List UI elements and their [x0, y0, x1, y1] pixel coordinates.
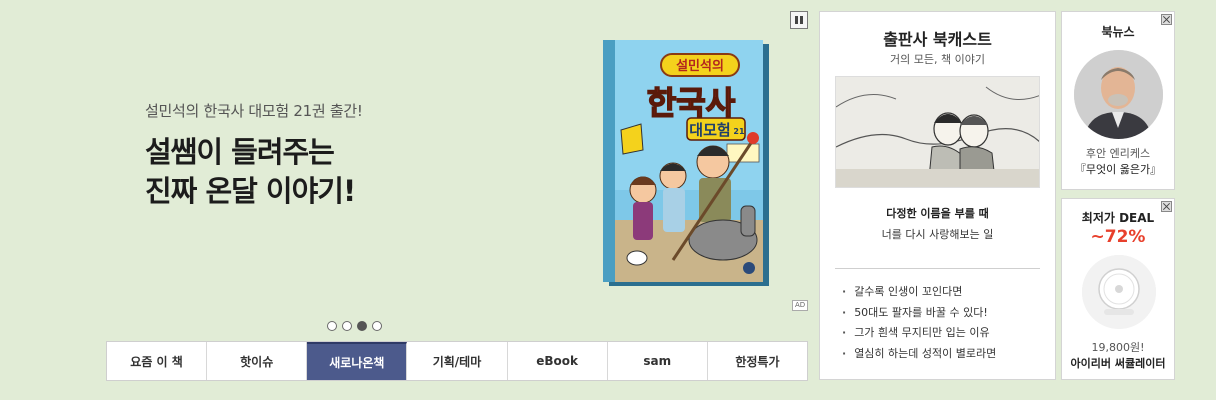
bookcast-list: 갈수록 인생이 꼬인다면 50대도 팔자를 바꿀 수 있다! 그가 흰색 무지티… — [842, 282, 996, 364]
slide-indicator — [327, 321, 382, 331]
hero-subtitle: 설민석의 한국사 대모험 21권 출간! — [145, 102, 363, 120]
slide-dot-2[interactable] — [342, 321, 352, 331]
book-news-title: 북뉴스 — [1101, 25, 1135, 39]
book-news-author: 후안 엔리케스 — [1085, 147, 1151, 160]
pause-icon-bar-left — [795, 16, 798, 24]
deal-product-name[interactable]: 아이리버 써큘레이터 — [1062, 355, 1174, 371]
tab-theme[interactable]: 기획/테마 — [407, 342, 508, 380]
bookcast-subtitle: 거의 모든, 책 이야기 — [890, 53, 985, 66]
author-photo[interactable] — [1074, 50, 1163, 139]
bookcast-title[interactable]: 출판사 북캐스트 — [820, 26, 1055, 50]
hero-banner[interactable]: 설민석의 한국사 대모험 21권 출간! 설쌤이 들려주는 진짜 온달 이야기!… — [105, 0, 810, 340]
list-item[interactable]: 50대도 팔자를 바꿀 수 있다! — [842, 303, 996, 324]
bookcast-caption-title[interactable]: 다정한 이름을 부를 때 — [820, 205, 1055, 221]
book-news-book-title[interactable]: 『무엇이 옳은가』 — [1062, 161, 1174, 177]
book-top-title: 설민석의 — [676, 58, 724, 74]
slide-dot-4[interactable] — [372, 321, 382, 331]
book-cover[interactable]: 설민석의 한국사 대모험 21 — [603, 40, 771, 286]
book-news-box[interactable]: 북뉴스 후안 엔리케스 『무엇이 옳은가』 — [1061, 11, 1175, 190]
category-tabs: 요즘 이 책 핫이슈 새로나온책 기획/테마 eBook sam 한정특가 — [106, 341, 808, 381]
tab-ebook[interactable]: eBook — [508, 342, 608, 380]
deal-title: 최저가 DEAL — [1081, 211, 1155, 225]
book-main-title: 한국사 — [647, 84, 736, 122]
ad-badge: AD — [792, 300, 809, 311]
pause-icon-bar-right — [800, 16, 803, 24]
tab-limited-deal[interactable]: 한정특가 — [708, 342, 807, 380]
slide-dot-1[interactable] — [327, 321, 337, 331]
list-item[interactable]: 열심히 하는데 성적이 별로라면 — [842, 344, 996, 365]
deal-discount: ~72% — [1090, 227, 1146, 247]
book-series: 대모험 — [689, 121, 730, 139]
bookcast-image[interactable] — [835, 76, 1040, 188]
slide-dot-3[interactable] — [357, 321, 367, 331]
tab-sam[interactable]: sam — [608, 342, 708, 380]
circulator-fan-icon — [1082, 255, 1156, 329]
pause-button[interactable] — [790, 11, 808, 29]
publisher-bookcast-panel: 출판사 북캐스트 거의 모든, 책 이야기 다정한 이름을 부를 때 너를 다시… — [819, 11, 1056, 380]
hero-title-line2: 진짜 온달 이야기! — [145, 174, 356, 208]
deal-price: 19,800원! — [1091, 341, 1145, 354]
tab-recent-books[interactable]: 요즘 이 책 — [107, 342, 208, 380]
list-item[interactable]: 그가 흰색 무지티만 입는 이유 — [842, 323, 996, 344]
bookcast-illustration — [836, 77, 1039, 187]
divider — [835, 268, 1040, 269]
lowest-price-deal-box[interactable]: 최저가 DEAL ~72% 19,800원! 아이리버 써큘레이터 — [1061, 198, 1175, 380]
author-portrait — [1074, 50, 1163, 139]
hero-title-line1: 설쌤이 들려주는 — [145, 135, 335, 169]
bookcast-caption[interactable]: 너를 다시 사랑해보는 일 — [820, 226, 1055, 242]
book-cover-illustration: 설민석의 한국사 대모험 21 — [603, 40, 769, 286]
product-image[interactable] — [1082, 255, 1156, 329]
book-volume: 21 — [733, 127, 745, 136]
tab-new-books[interactable]: 새로나온책 — [307, 342, 408, 380]
list-item[interactable]: 갈수록 인생이 꼬인다면 — [842, 282, 996, 303]
hero-title[interactable]: 설쌤이 들려주는 진짜 온달 이야기! — [145, 133, 356, 211]
tab-hot-issue[interactable]: 핫이슈 — [207, 342, 308, 380]
